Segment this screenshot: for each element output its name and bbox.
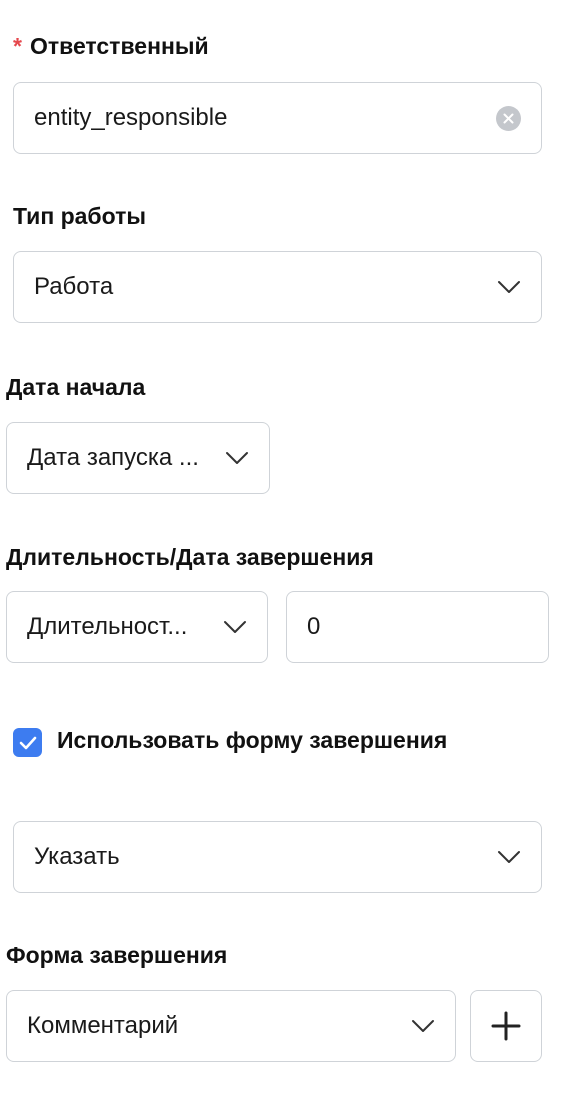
- completion-form-value: Комментарий: [27, 1012, 179, 1039]
- completion-form-select[interactable]: Комментарий: [6, 990, 456, 1062]
- chevron-down-icon: [498, 281, 520, 293]
- responsible-value: entity_responsible: [34, 104, 228, 131]
- chevron-down-icon: [412, 1020, 434, 1032]
- add-completion-form-button[interactable]: [470, 990, 542, 1062]
- duration-amount-input[interactable]: 0: [286, 591, 549, 663]
- completion-form-label: Форма завершения: [6, 942, 228, 968]
- chevron-down-icon: [498, 851, 520, 863]
- responsible-input[interactable]: entity_responsible: [13, 82, 542, 154]
- chevron-down-icon: [224, 621, 246, 633]
- required-marker: *: [13, 33, 22, 59]
- duration-label: Длительность/Дата завершения: [6, 544, 374, 570]
- responsible-label-text: Ответственный: [29, 33, 209, 59]
- start-date-value: Дата запуска ...: [27, 444, 199, 471]
- work-type-value: Работа: [34, 273, 114, 300]
- completion-form-mode-select[interactable]: Указать: [13, 821, 542, 893]
- duration-amount-value: 0: [307, 613, 321, 640]
- completion-form-mode-value: Указать: [34, 843, 120, 870]
- checkmark-icon: [19, 736, 36, 749]
- use-completion-form-checkbox[interactable]: [13, 728, 42, 757]
- work-type-select[interactable]: Работа: [13, 251, 542, 323]
- duration-mode-select[interactable]: Длительност...: [6, 591, 268, 663]
- chevron-down-icon: [226, 452, 248, 464]
- plus-icon: [491, 1011, 521, 1041]
- start-date-select[interactable]: Дата запуска ...: [6, 422, 270, 494]
- duration-mode-value: Длительност...: [27, 613, 188, 640]
- responsible-label: * Ответственный: [13, 33, 209, 60]
- work-type-label: Тип работы: [13, 203, 147, 229]
- use-completion-form-label[interactable]: Использовать форму завершения: [57, 727, 447, 754]
- clear-icon[interactable]: [496, 105, 521, 131]
- start-date-label: Дата начала: [6, 374, 146, 400]
